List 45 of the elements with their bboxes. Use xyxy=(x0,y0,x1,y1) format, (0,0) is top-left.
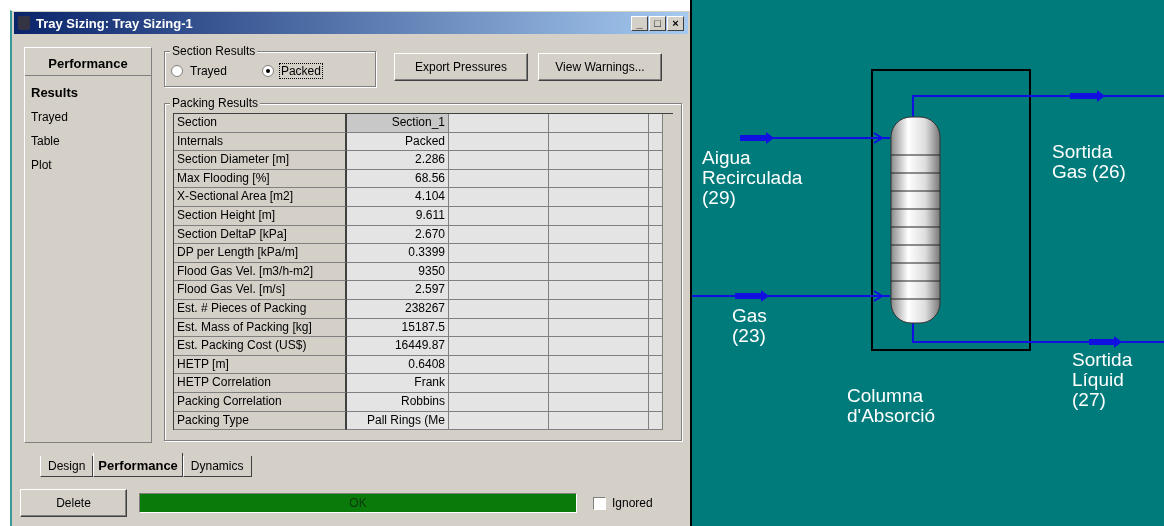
app-icon xyxy=(18,16,30,30)
sidebar-item[interactable]: Plot xyxy=(25,153,151,177)
table-cell: Section_1 xyxy=(347,114,449,133)
tab[interactable]: Design xyxy=(40,456,94,477)
row-label: X-Sectional Area [m2] xyxy=(174,188,347,207)
warnings-button[interactable]: View Warnings... xyxy=(538,53,662,81)
radio-label[interactable]: Trayed xyxy=(189,64,228,78)
row-label: HETP Correlation xyxy=(174,374,347,393)
delete-button[interactable]: Delete xyxy=(20,489,127,517)
row-label: DP per Length [kPa/m] xyxy=(174,244,347,263)
row-label: Section xyxy=(174,114,347,133)
checkbox-label: Ignored xyxy=(612,496,653,510)
unit-label: Columna d'Absorció xyxy=(847,386,937,426)
row-label: Flood Gas Vel. [m/s] xyxy=(174,281,347,300)
sidebar-item[interactable]: Trayed xyxy=(25,105,151,129)
column-vessel[interactable] xyxy=(890,116,941,324)
minimize-button[interactable]: _ xyxy=(631,15,648,31)
table-cell: 2.286 xyxy=(347,151,449,170)
table-cell: 4.104 xyxy=(347,188,449,207)
table-cell: 0.3399 xyxy=(347,244,449,263)
stream-label: Sortida Líquid (27) xyxy=(1072,350,1134,410)
group-title: Packing Results xyxy=(170,96,261,110)
close-button[interactable]: × xyxy=(667,15,684,31)
sidebar-item[interactable]: Results xyxy=(25,80,151,105)
sidebar-item[interactable]: Table xyxy=(25,129,151,153)
stream-label: Aigua Recirculada (29) xyxy=(702,148,804,208)
tab[interactable]: Dynamics xyxy=(182,456,252,477)
radio-button[interactable] xyxy=(261,65,274,77)
radio-button[interactable] xyxy=(171,65,183,77)
tab[interactable]: Performance xyxy=(93,453,183,477)
row-label: Section Diameter [m] xyxy=(174,151,347,170)
window-title: Tray Sizing: Tray Sizing-1 xyxy=(36,15,194,31)
table-cell: 2.597 xyxy=(347,281,449,300)
radio-label[interactable]: Packed xyxy=(279,64,322,78)
sidebar-header: Performance xyxy=(25,48,151,76)
status-fill: OK xyxy=(140,494,576,512)
ignored-checkbox[interactable] xyxy=(593,496,606,510)
maximize-button[interactable]: □ xyxy=(649,15,666,31)
export-button[interactable]: Export Pressures xyxy=(394,53,528,81)
stream-label: Gas (23) xyxy=(732,306,768,346)
table-cell: Frank xyxy=(347,374,449,393)
group-title: Section Results xyxy=(170,44,258,58)
table-cell: 16449.87 xyxy=(347,337,449,356)
row-label: Est. Packing Cost (US$) xyxy=(174,337,347,356)
stream-label: Sortida Gas (26) xyxy=(1052,142,1127,182)
